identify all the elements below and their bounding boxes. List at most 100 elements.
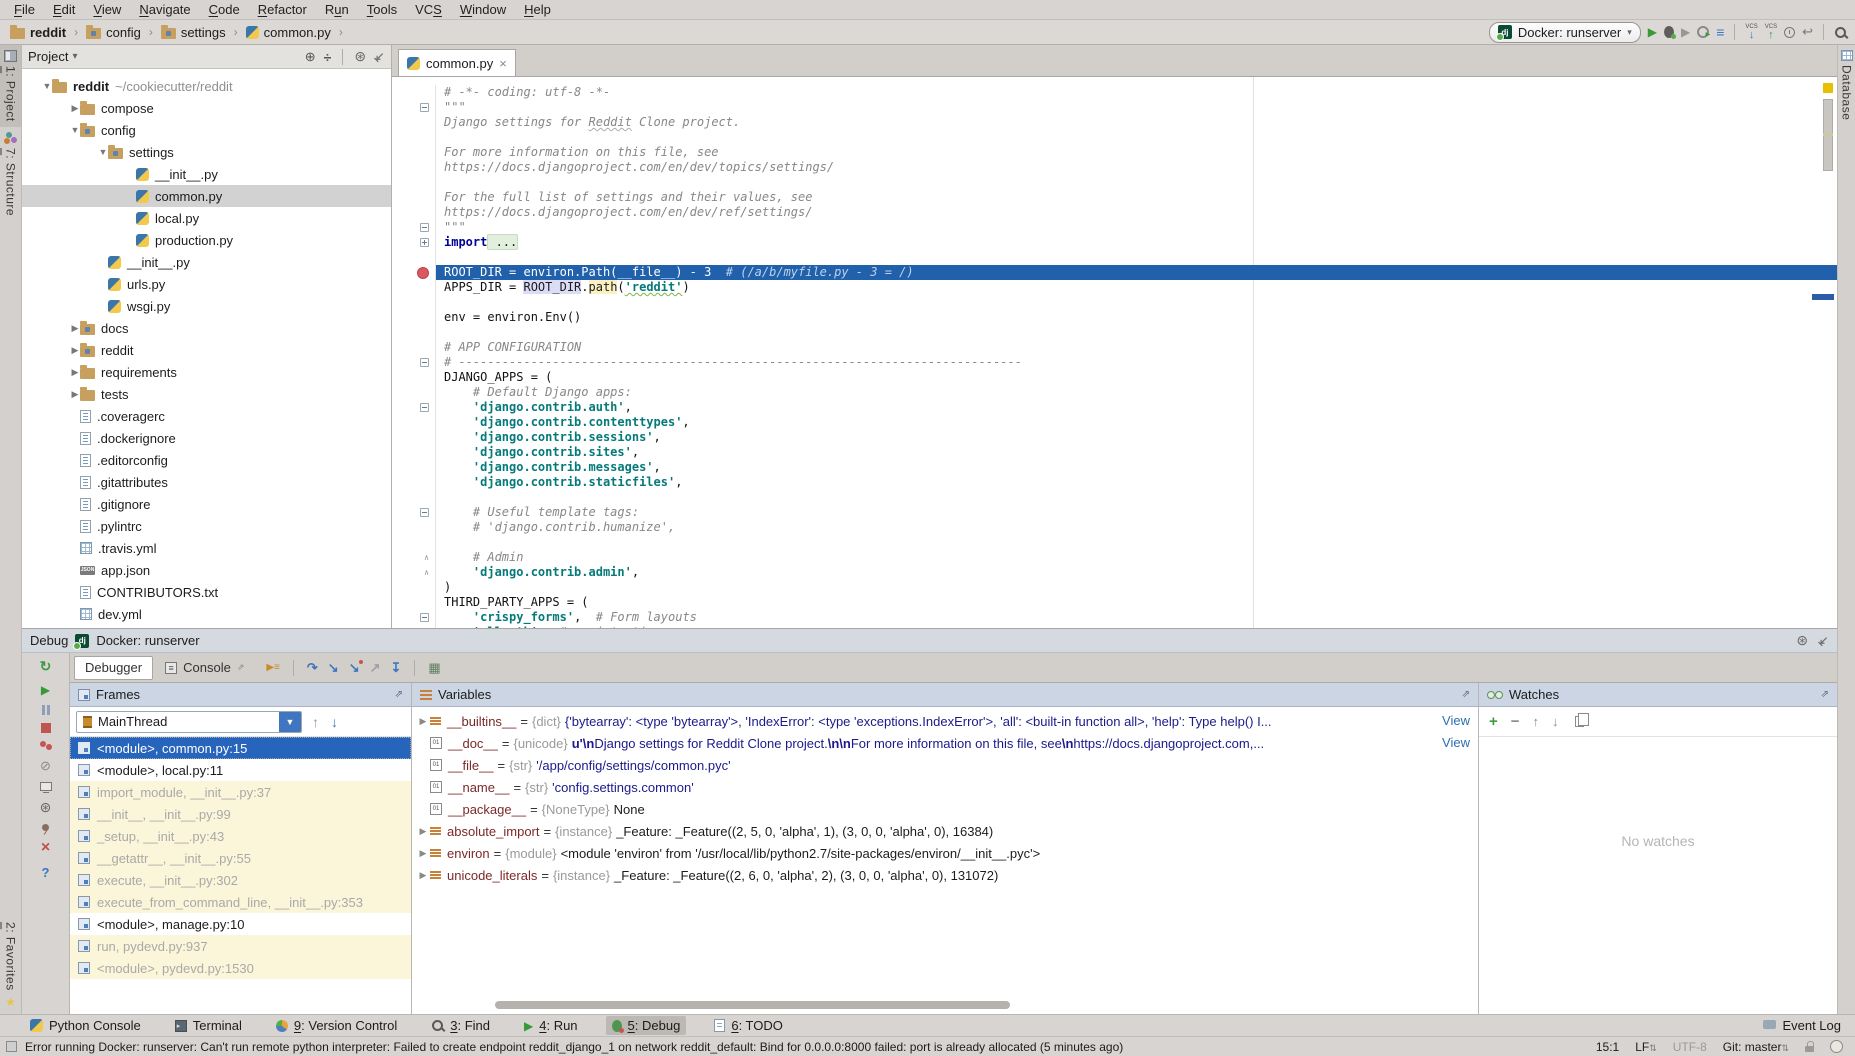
tree-item-dockerignore[interactable]: .dockerignore — [22, 427, 391, 449]
tree-item-urls-py[interactable]: urls.py — [22, 273, 391, 295]
expand-arrow-icon[interactable]: ▶ — [416, 870, 430, 881]
gutter[interactable] — [392, 370, 436, 385]
breadcrumb-reddit[interactable]: reddit — [8, 25, 68, 40]
variable-row-name[interactable]: __name__={str}'config.settings.common' — [412, 776, 1478, 798]
frame-row[interactable]: execute, __init__.py:302 — [70, 869, 411, 891]
gutter[interactable] — [392, 490, 436, 505]
view-link[interactable]: View — [1436, 735, 1470, 750]
tree-item-contributors-txt[interactable]: CONTRIBUTORS.txt — [22, 581, 391, 603]
fold-chevron-icon[interactable]: ∧ — [424, 550, 429, 565]
tree-item-dev-yml[interactable]: dev.yml — [22, 603, 391, 625]
tree-expanded-icon[interactable]: ▼ — [70, 125, 80, 135]
tree-item-wsgi-py[interactable]: wsgi.py — [22, 295, 391, 317]
variable-row-absolute-import[interactable]: ▶absolute_import={instance}_Feature: _Fe… — [412, 820, 1478, 842]
move-up-button[interactable] — [1533, 714, 1540, 729]
add-watch-button[interactable] — [1489, 713, 1498, 730]
move-down-button[interactable] — [1552, 714, 1559, 729]
variable-row-package[interactable]: __package__={NoneType}None — [412, 798, 1478, 820]
gutter[interactable] — [392, 115, 436, 130]
restore-layout-button[interactable] — [40, 782, 52, 791]
frame-row[interactable]: import_module, __init__.py:37 — [70, 781, 411, 803]
step-into-button[interactable] — [328, 660, 339, 676]
tree-item-app-json[interactable]: app.json — [22, 559, 391, 581]
tree-item-editorconfig[interactable]: .editorconfig — [22, 449, 391, 471]
unlock-icon[interactable] — [1805, 1046, 1814, 1052]
vcs-commit-button[interactable] — [1765, 24, 1777, 41]
frame-row[interactable]: __init__, __init__.py:99 — [70, 803, 411, 825]
tree-item-gitignore[interactable]: .gitignore — [22, 493, 391, 515]
editor-tab-common-py[interactable]: common.py × — [398, 49, 516, 76]
frame-row[interactable]: execute_from_command_line, __init__.py:3… — [70, 891, 411, 913]
fold-marker-icon[interactable] — [420, 508, 429, 517]
gutter[interactable] — [392, 475, 436, 490]
pin-button[interactable] — [42, 824, 49, 831]
gutter[interactable] — [392, 460, 436, 475]
gutter[interactable] — [392, 190, 436, 205]
gutter[interactable] — [392, 385, 436, 400]
fold-marker-icon[interactable] — [420, 403, 429, 412]
gutter[interactable]: ∧ — [392, 565, 436, 580]
menu-refactor[interactable]: Refactor — [250, 0, 315, 19]
search-button[interactable] — [1834, 26, 1847, 39]
tree-item-gitattributes[interactable]: .gitattributes — [22, 471, 391, 493]
gutter[interactable] — [392, 250, 436, 265]
view-link[interactable]: View — [1436, 713, 1470, 728]
run-configuration-select[interactable]: Docker: runserver ▾ — [1489, 22, 1641, 43]
menu-vcs[interactable]: VCS — [407, 0, 450, 19]
tree-item-reddit[interactable]: ▶reddit — [22, 339, 391, 361]
hide-button[interactable] — [374, 49, 385, 65]
tree-item-travis-yml[interactable]: .travis.yml — [22, 537, 391, 559]
gutter[interactable] — [392, 310, 436, 325]
fold-marker-icon[interactable] — [420, 613, 429, 622]
tab-console[interactable]: Console⇗ — [155, 656, 254, 680]
gutter[interactable] — [392, 430, 436, 445]
pause-button[interactable] — [42, 705, 50, 715]
line-ending-select[interactable]: LF⇅ — [1635, 1040, 1657, 1054]
tree-item-pylintrc[interactable]: .pylintrc — [22, 515, 391, 537]
gutter[interactable] — [392, 100, 436, 115]
coverage-button[interactable] — [1681, 25, 1690, 39]
gutter[interactable] — [392, 520, 436, 535]
gutter[interactable] — [392, 160, 436, 175]
stop-button[interactable] — [41, 723, 51, 733]
gutter[interactable]: ∧ — [392, 550, 436, 565]
evaluate-expression-button[interactable] — [428, 660, 440, 676]
tool-button-run[interactable]: 4: Run — [518, 1016, 584, 1035]
duplicate-button[interactable] — [1575, 716, 1584, 727]
variable-row-unicode-literals[interactable]: ▶unicode_literals={instance}_Feature: _F… — [412, 864, 1478, 886]
menu-edit[interactable]: Edit — [45, 0, 83, 19]
tree-item-tests[interactable]: ▶tests — [22, 383, 391, 405]
tree-item-init-py[interactable]: __init__.py — [22, 163, 391, 185]
expand-arrow-icon[interactable]: ▶ — [416, 826, 430, 837]
run-configs-button[interactable] — [1716, 24, 1724, 40]
tool-button-version-control[interactable]: 9: Version Control — [270, 1016, 403, 1035]
code-editor[interactable]: # -*- coding: utf-8 -*-"""Django setting… — [392, 77, 1837, 628]
mute-breakpoints-button[interactable] — [40, 758, 51, 774]
breadcrumb-settings[interactable]: settings — [159, 25, 228, 40]
float-window-icon[interactable]: ⇗ — [1462, 689, 1470, 700]
float-window-icon[interactable]: ⇗ — [395, 689, 403, 700]
variable-row-file[interactable]: __file__={str}'/app/config/settings/comm… — [412, 754, 1478, 776]
toolwindow-toggle-icon[interactable] — [6, 1041, 17, 1052]
frame-row[interactable]: __getattr__, __init__.py:55 — [70, 847, 411, 869]
hide-button[interactable] — [1818, 633, 1829, 649]
gutter[interactable] — [392, 130, 436, 145]
gutter[interactable] — [392, 400, 436, 415]
frame-row[interactable]: <module>, local.py:11 — [70, 759, 411, 781]
rerun-button[interactable] — [40, 658, 52, 675]
help-button[interactable] — [42, 865, 50, 880]
tree-collapsed-icon[interactable]: ▶ — [70, 389, 80, 400]
gutter[interactable] — [392, 340, 436, 355]
expand-arrow-icon[interactable]: ▶ — [416, 848, 430, 859]
gutter[interactable] — [392, 595, 436, 610]
run-button[interactable] — [1648, 25, 1657, 39]
git-branch-select[interactable]: Git: master⇅ — [1723, 1040, 1789, 1054]
event-log-button[interactable]: Event Log — [1763, 1018, 1841, 1033]
gutter[interactable] — [392, 175, 436, 190]
tree-item-reddit[interactable]: ▼reddit~/cookiecutter/reddit — [22, 75, 391, 97]
close-icon[interactable]: × — [499, 56, 507, 71]
gutter[interactable] — [392, 235, 436, 250]
gutter[interactable] — [392, 220, 436, 235]
tree-item-settings[interactable]: ▼settings — [22, 141, 391, 163]
view-breakpoints-button[interactable] — [40, 741, 46, 747]
